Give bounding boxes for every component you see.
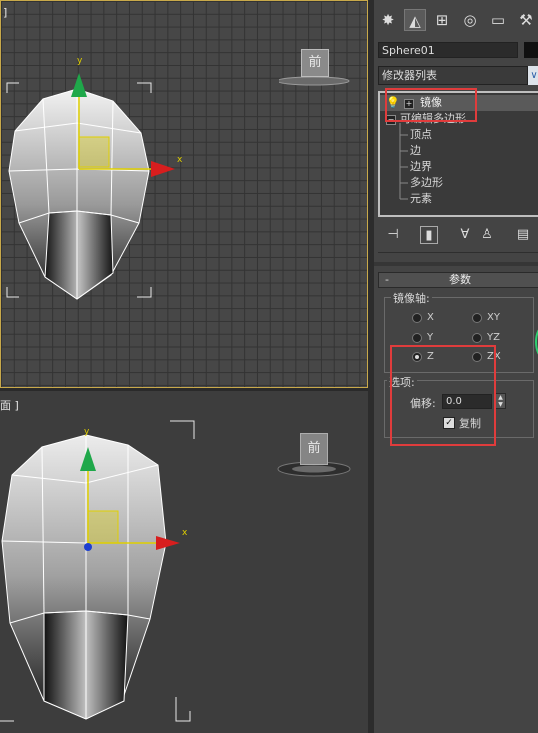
tab-create[interactable]: ✸: [377, 9, 399, 31]
viewport-perspective[interactable]: 面 ] 前 y x: [0, 391, 368, 733]
radio-label: XY: [487, 312, 500, 323]
configure-sets-icon: ▤: [516, 227, 530, 242]
spinner-down-icon: ▼: [498, 401, 503, 408]
radio-icon: [412, 313, 422, 323]
axis-y-label: y: [84, 427, 90, 437]
radio-label: Y: [427, 332, 434, 343]
tree-lines: [399, 123, 408, 200]
highlight-box-options: [390, 345, 496, 446]
modify-icon: ◭: [409, 12, 421, 30]
rollout-title: 参数: [449, 273, 471, 286]
radio-axis-x[interactable]: X: [412, 312, 442, 325]
chevron-down-icon[interactable]: ∨: [528, 66, 538, 85]
configure-sets-button[interactable]: ▤: [514, 226, 532, 244]
tab-modify[interactable]: ◭: [404, 9, 426, 31]
radio-axis-yz[interactable]: YZ: [472, 332, 506, 345]
remove-modifier-icon: ♙: [481, 227, 493, 242]
modifier-list-dropdown[interactable]: 修改器列表: [378, 66, 528, 85]
offset-spinner[interactable]: ▲ ▼: [495, 393, 506, 409]
mirror-axis-label: 镜像轴:: [391, 290, 432, 306]
head-model-perspective: [0, 420, 195, 722]
rollout-parameters-header[interactable]: - 参数: [378, 272, 538, 288]
make-unique-icon: ∀: [460, 227, 470, 242]
tab-hierarchy[interactable]: ⊞: [431, 9, 453, 31]
hierarchy-icon: ⊞: [435, 11, 449, 29]
radio-icon: [472, 333, 482, 343]
object-name-field[interactable]: Sphere01: [378, 42, 518, 58]
radio-axis-y[interactable]: Y: [412, 332, 442, 345]
motion-icon: ◎: [463, 11, 477, 29]
show-end-result-button[interactable]: ▮: [420, 226, 438, 244]
object-color-swatch[interactable]: [524, 42, 538, 58]
tab-display[interactable]: ▭: [487, 9, 509, 31]
axis-x-label: x: [177, 155, 183, 165]
pin-stack-button[interactable]: ⊣: [384, 226, 402, 244]
radio-label: YZ: [487, 332, 500, 343]
spinner-up-icon: ▲: [498, 394, 503, 401]
radio-icon: [412, 333, 422, 343]
viewport-top[interactable]: ] 前 y x: [0, 0, 368, 388]
highlight-box-mirror: [385, 88, 477, 122]
divider: [374, 262, 538, 266]
tab-motion[interactable]: ◎: [459, 9, 481, 31]
tab-utilities[interactable]: ⚒: [515, 9, 537, 31]
head-model-top: [6, 73, 175, 300]
pin-stack-icon: ⊣: [387, 227, 399, 242]
radio-icon: [472, 313, 482, 323]
remove-modifier-button[interactable]: ♙: [478, 226, 496, 244]
axis-y-label: y: [77, 56, 83, 66]
create-icon: ✸: [381, 11, 395, 29]
axis-x-label: x: [182, 528, 188, 538]
make-unique-button[interactable]: ∀: [456, 226, 474, 244]
radio-axis-xy[interactable]: XY: [472, 312, 506, 325]
radio-label: X: [427, 312, 434, 323]
utilities-icon: ⚒: [519, 11, 533, 29]
display-icon: ▭: [490, 11, 506, 29]
rollout-collapse-icon: -: [385, 273, 389, 286]
divider: [378, 252, 538, 253]
show-end-result-icon: ▮: [425, 228, 433, 243]
